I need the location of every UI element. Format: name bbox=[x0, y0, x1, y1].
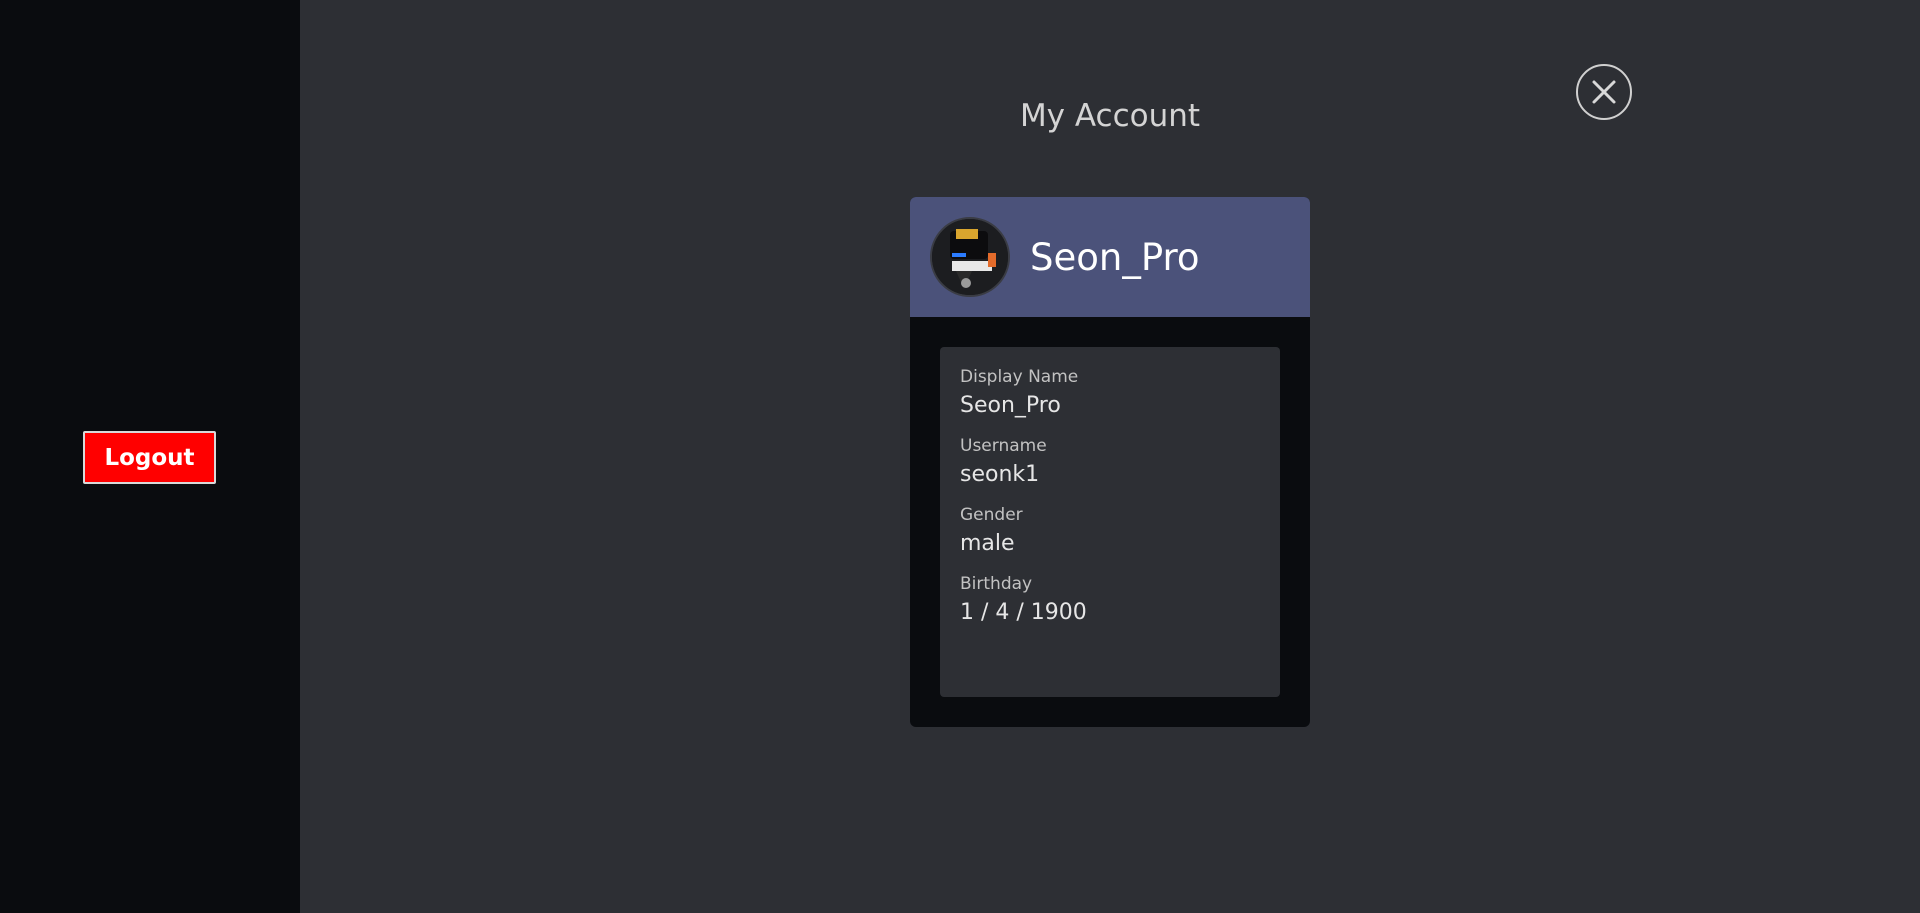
display-name-row: Display Name Seon_Pro bbox=[960, 367, 1260, 418]
birthday-row: Birthday 1 / 4 / 1900 bbox=[960, 574, 1260, 625]
username-label: Username bbox=[960, 436, 1047, 456]
birthday-label: Birthday bbox=[960, 574, 1033, 594]
avatar bbox=[930, 217, 1010, 297]
card-header: Seon_Pro bbox=[910, 197, 1310, 317]
profile-display-name: Seon_Pro bbox=[1030, 235, 1200, 279]
username-value: seonk1 bbox=[960, 462, 1040, 487]
close-button[interactable] bbox=[1576, 64, 1632, 120]
close-icon bbox=[1592, 80, 1616, 104]
gender-label: Gender bbox=[960, 505, 1023, 525]
account-card: Seon_Pro Display Name Seon_Pro Username … bbox=[910, 197, 1310, 727]
info-panel: Display Name Seon_Pro Username seonk1 Ge… bbox=[940, 347, 1280, 697]
sidebar: Logout bbox=[0, 0, 300, 913]
gender-row: Gender male bbox=[960, 505, 1260, 556]
logout-button[interactable]: Logout bbox=[83, 431, 216, 484]
page-title: My Account bbox=[1019, 98, 1201, 134]
display-name-label: Display Name bbox=[960, 367, 1079, 387]
username-row: Username seonk1 bbox=[960, 436, 1260, 487]
display-name-value: Seon_Pro bbox=[960, 393, 1061, 418]
gender-value: male bbox=[960, 531, 1015, 556]
birthday-value: 1 / 4 / 1900 bbox=[960, 600, 1087, 625]
